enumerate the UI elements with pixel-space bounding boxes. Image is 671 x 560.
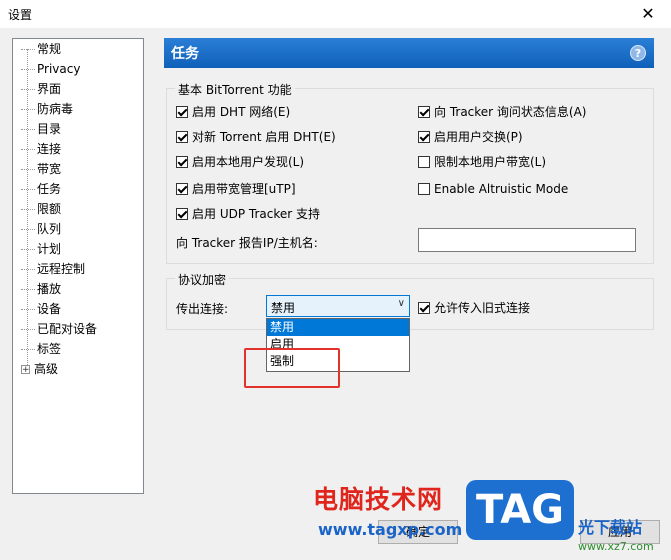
checkbox-enable-dht[interactable]: 启用 DHT 网络(E) (176, 103, 290, 121)
tree-item-playback[interactable]: 播放 (21, 279, 61, 299)
watermark-xz-url: www.xz7.com (578, 540, 654, 553)
checkbox-peer-exchange[interactable]: 启用用户交换(P) (418, 128, 523, 146)
expand-icon[interactable]: + (21, 365, 30, 375)
tree-item-labels[interactable]: 标签 (21, 339, 61, 359)
checkbox-icon (176, 183, 188, 195)
panel-header: 任务 ? (164, 38, 654, 68)
checkbox-limit-local-bandwidth[interactable]: 限制本地用户带宽(L) (418, 153, 546, 171)
tree-item-antivirus[interactable]: 防病毒 (21, 99, 73, 119)
group-label-basic: 基本 BitTorrent 功能 (175, 81, 295, 98)
checkbox-udp-tracker[interactable]: 启用 UDP Tracker 支持 (176, 205, 320, 223)
tree-item-privacy[interactable]: Privacy (21, 59, 80, 79)
tree-item-quota[interactable]: 限额 (21, 199, 61, 219)
tree-item-connection[interactable]: 连接 (21, 139, 61, 159)
tree-item-ui[interactable]: 界面 (21, 79, 61, 99)
checkbox-icon (418, 156, 430, 168)
watermark-site-name: 电脑技术网 (313, 485, 444, 514)
chevron-down-icon: ∨ (397, 298, 405, 309)
checkbox-altruistic-mode[interactable]: Enable Altruistic Mode (418, 180, 568, 198)
checkbox-scrape-tracker[interactable]: 向 Tracker 询问状态信息(A) (418, 103, 587, 121)
tree-item-scheduler[interactable]: 计划 (21, 239, 61, 259)
checkbox-icon (176, 208, 188, 220)
close-icon[interactable]: ✕ (625, 0, 671, 28)
checkbox-icon (418, 183, 430, 195)
outgoing-label: 传出连接: (176, 302, 229, 316)
checkbox-icon (418, 131, 430, 143)
tree-item-bandwidth[interactable]: 带宽 (21, 159, 61, 179)
group-label-encryption: 协议加密 (175, 271, 230, 288)
checkbox-icon (176, 156, 188, 168)
encryption-group: 协议加密 (166, 271, 654, 330)
tree-item-advanced[interactable]: + 高级 (21, 359, 58, 379)
panel-title: 任务 (171, 46, 199, 62)
title-bar: 设置 ✕ (0, 0, 671, 28)
tree-item-queue[interactable]: 队列 (21, 219, 61, 239)
tree-item-directories[interactable]: 目录 (21, 119, 61, 139)
checkbox-allow-legacy[interactable]: 允许传入旧式连接 (418, 299, 530, 317)
tree-item-devices[interactable]: 设备 (21, 299, 61, 319)
checkbox-dht-new-torrents[interactable]: 对新 Torrent 启用 DHT(E) (176, 128, 336, 146)
settings-tree: 常规 Privacy 界面 防病毒 目录 连接 带宽 任务 限额 队列 计划 远… (12, 38, 144, 494)
option-disabled[interactable]: 禁用 (267, 319, 409, 336)
help-icon[interactable]: ? (630, 45, 646, 61)
tree-item-general[interactable]: 常规 (21, 39, 61, 59)
checkbox-icon (176, 131, 188, 143)
watermark-xz-text: 光下载站 (578, 518, 643, 537)
checkbox-icon (418, 106, 430, 118)
checkbox-local-peer-discovery[interactable]: 启用本地用户发现(L) (176, 153, 304, 171)
watermark-tag-logo: TAG (466, 480, 574, 540)
window-title: 设置 (8, 8, 33, 22)
tree-item-remote[interactable]: 远程控制 (21, 259, 85, 279)
report-ip-label: 向 Tracker 报告IP/主机名: (176, 236, 318, 250)
checkbox-icon (418, 302, 430, 314)
watermark-url: www.tagxp.com (318, 520, 463, 539)
highlight-box (244, 348, 340, 388)
report-ip-input[interactable] (418, 228, 636, 252)
checkbox-icon (176, 106, 188, 118)
tree-item-paired-devices[interactable]: 已配对设备 (21, 319, 97, 339)
checkbox-bandwidth-management[interactable]: 启用带宽管理[uTP] (176, 180, 296, 198)
tree-item-tasks[interactable]: 任务 (21, 179, 61, 199)
outgoing-encryption-select[interactable]: 禁用 ∨ (266, 295, 410, 317)
